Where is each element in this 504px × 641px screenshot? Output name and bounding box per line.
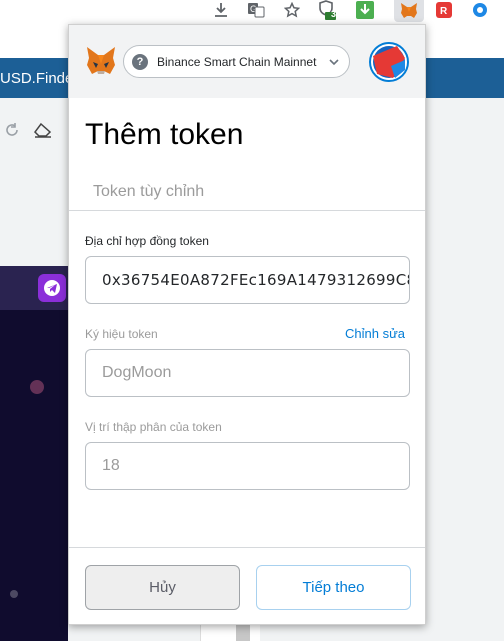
telegram-icon[interactable]	[38, 274, 66, 302]
tab-divider	[69, 210, 425, 211]
site-starfield	[0, 310, 68, 641]
metamask-popup: ? Binance Smart Chain Mainnet Thêm token…	[68, 24, 426, 625]
shield-extension-icon[interactable]: 3	[316, 0, 338, 20]
next-button[interactable]: Tiếp theo	[256, 565, 411, 610]
page-title: Thêm token	[85, 118, 244, 151]
metamask-logo-icon	[87, 47, 115, 74]
network-selector[interactable]: ? Binance Smart Chain Mainnet	[123, 45, 350, 78]
edit-symbol-link[interactable]: Chỉnh sửa	[345, 326, 405, 341]
network-name: Binance Smart Chain Mainnet	[157, 54, 317, 69]
site-title: USD.Finde	[0, 70, 74, 87]
token-decimals-input[interactable]: 18	[85, 442, 410, 490]
red-extension-icon[interactable]: R	[433, 0, 455, 20]
account-avatar[interactable]	[369, 42, 409, 82]
popup-header: ? Binance Smart Chain Mainnet	[69, 25, 425, 98]
chevron-down-icon	[329, 58, 339, 65]
identicon-icon	[373, 46, 405, 78]
site-frame	[200, 625, 260, 641]
tab-custom-token[interactable]: Token tùy chỉnh	[93, 183, 204, 201]
question-icon: ?	[132, 53, 148, 70]
cancel-button[interactable]: Hủy	[85, 565, 240, 610]
contract-address-input[interactable]: 0x36754E0A872FEc169A1479312699C8	[85, 256, 410, 304]
contract-address-label: Địa chỉ hợp đồng token	[85, 234, 209, 248]
site-scrollbar[interactable]	[236, 625, 250, 641]
blue-gear-extension-icon[interactable]	[469, 0, 491, 20]
translate-icon[interactable]: G	[245, 0, 267, 20]
metamask-fox-icon	[401, 3, 417, 18]
token-symbol-input[interactable]: DogMoon	[85, 349, 410, 397]
metamask-extension-button[interactable]	[394, 0, 424, 22]
svg-text:R: R	[440, 6, 448, 17]
refresh-icon[interactable]	[4, 122, 20, 138]
browser-toolbar: G 3 R	[0, 0, 504, 22]
token-decimals-label: Vị trí thập phân của token	[85, 420, 222, 434]
footer-divider	[69, 547, 425, 548]
download-icon[interactable]	[210, 0, 232, 20]
eraser-icon[interactable]	[34, 122, 52, 138]
green-download-extension-icon[interactable]	[354, 0, 376, 20]
token-symbol-label: Ký hiệu token	[85, 327, 158, 341]
shield-badge: 3	[331, 9, 337, 19]
site-chat-bar	[0, 266, 68, 310]
star-icon[interactable]	[281, 0, 303, 20]
site-toolrow	[0, 110, 68, 150]
